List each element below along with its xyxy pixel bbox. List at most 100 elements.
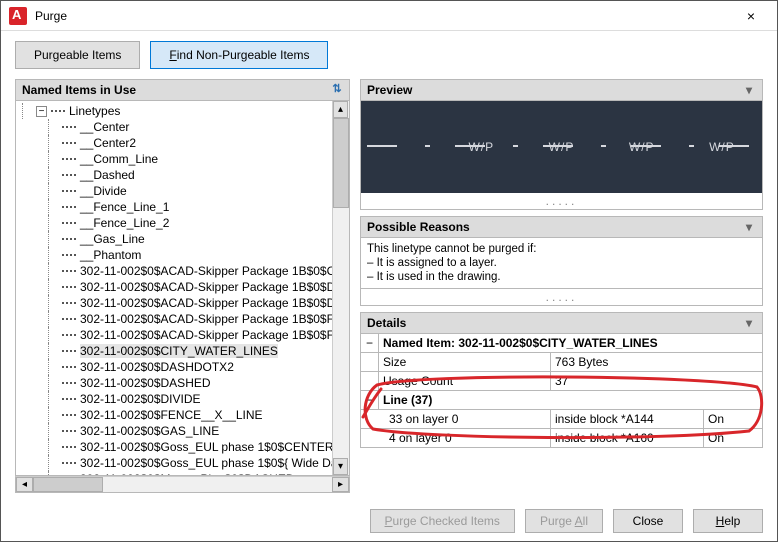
tree-item[interactable]: __Comm_Line bbox=[60, 151, 331, 167]
tree-item[interactable]: 302-11-002$0$DASHDOTX2 bbox=[60, 359, 331, 375]
vscroll-thumb[interactable] bbox=[333, 118, 349, 208]
linetype-icon bbox=[62, 155, 76, 163]
tree-item[interactable]: 302-11-002$0$Goss_EUL phase 1$0${ Wide D… bbox=[60, 455, 331, 471]
tree-item-label: 302-11-002$0$DASHED bbox=[80, 376, 211, 390]
linetype-icon bbox=[62, 235, 76, 243]
tree-item[interactable]: __Fence_Line_1 bbox=[60, 199, 331, 215]
tree-item-label: __Phantom bbox=[80, 248, 141, 262]
linetype-icon bbox=[62, 395, 76, 403]
chevron-down-icon[interactable]: ▾ bbox=[742, 83, 756, 97]
tree-item[interactable]: 302-11-002$0$GAS_LINE bbox=[60, 423, 331, 439]
linetype-icon bbox=[62, 203, 76, 211]
details-line-row[interactable]: 4 on layer 0 inside block *A160 On bbox=[361, 429, 762, 447]
help-button[interactable]: Help bbox=[693, 509, 763, 533]
resize-grip-icon[interactable]: ..... bbox=[360, 193, 763, 210]
sort-icon[interactable]: ⇅ bbox=[329, 82, 345, 98]
tab-purgeable-items[interactable]: Purgeable Items bbox=[15, 41, 140, 69]
dialog-footer: Purge Checked Items Purge All Close Help bbox=[1, 501, 777, 541]
tree-hscroll[interactable]: ◂ ▸ bbox=[15, 476, 350, 493]
scroll-left-icon[interactable]: ◂ bbox=[16, 477, 33, 492]
tree-item[interactable]: __Divide bbox=[60, 183, 331, 199]
tree-item[interactable]: 302-11-002$0$DASHED bbox=[60, 375, 331, 391]
details-line-group[interactable]: − Line (37) bbox=[361, 391, 762, 410]
details-header: Details ▾ bbox=[360, 312, 763, 334]
tree-item[interactable]: 302-11-002$0$FENCE__X__LINE bbox=[60, 407, 331, 423]
linetype-icon bbox=[51, 107, 65, 115]
tree-item[interactable]: __Fence_Line_2 bbox=[60, 215, 331, 231]
window-title: Purge bbox=[35, 9, 729, 23]
linetype-icon bbox=[62, 427, 76, 435]
tree-item-label: 302-11-002$0$Goss_EUL phase 1$0${ Wide D… bbox=[80, 456, 338, 470]
details-meta-row: Size 763 Bytes bbox=[361, 353, 762, 372]
scroll-down-icon[interactable]: ▾ bbox=[333, 458, 348, 475]
tree-item[interactable]: 302-11-002$0$ACAD-Skipper Package 1B$0$F bbox=[60, 311, 331, 327]
close-button[interactable]: Close bbox=[613, 509, 683, 533]
tree-item-label: 302-11-002$0$CITY_WATER_LINES bbox=[80, 344, 278, 358]
tree-root-linetypes[interactable]: − Linetypes bbox=[34, 103, 331, 119]
linetype-icon bbox=[62, 219, 76, 227]
tree-item-label: 302-11-002$0$ACAD-Skipper Package 1B$0$D bbox=[80, 280, 335, 294]
linetype-preview: W/PW/PW/PW/P bbox=[360, 101, 763, 193]
collapse-icon[interactable]: − bbox=[36, 106, 47, 117]
tree-vscroll[interactable]: ▴ ▾ bbox=[332, 101, 349, 475]
tree-item-label: 302-11-002$0$DASHDOTX2 bbox=[80, 360, 234, 374]
hscroll-thumb[interactable] bbox=[33, 477, 103, 492]
tree-item-label: __Divide bbox=[80, 184, 127, 198]
tree-item[interactable]: __Gas_Line bbox=[60, 231, 331, 247]
details-line-row[interactable]: 33 on layer 0 inside block *A144 On bbox=[361, 410, 762, 429]
tree-item[interactable]: 302-11-002$0$ACAD-Skipper Package 1B$0$D bbox=[60, 279, 331, 295]
tree-item[interactable]: 302-11-002$0$CITY_WATER_LINES bbox=[60, 343, 331, 359]
tree-item-label: __Center bbox=[80, 120, 129, 134]
tree-item[interactable]: 302-11-002$0$ACAD-Skipper Package 1B$0$C bbox=[60, 263, 331, 279]
tree-item[interactable]: 302-11-002$0$Master Plan$0$DASHED bbox=[60, 471, 331, 476]
collapse-icon[interactable]: − bbox=[361, 391, 379, 409]
scroll-up-icon[interactable]: ▴ bbox=[333, 101, 348, 118]
purge-checked-button: Purge Checked Items bbox=[370, 509, 515, 533]
details-named-item-row: − Named Item: 302-11-002$0$CITY_WATER_LI… bbox=[361, 334, 762, 353]
details-grid: − Named Item: 302-11-002$0$CITY_WATER_LI… bbox=[360, 334, 763, 448]
linetype-icon bbox=[62, 315, 76, 323]
purge-all-button: Purge All bbox=[525, 509, 603, 533]
linetype-icon bbox=[62, 283, 76, 291]
tree-item[interactable]: __Phantom bbox=[60, 247, 331, 263]
titlebar: Purge × bbox=[1, 1, 777, 31]
preview-header: Preview ▾ bbox=[360, 79, 763, 101]
linetype-icon bbox=[62, 347, 76, 355]
linetype-icon bbox=[62, 379, 76, 387]
tree-item-label: __Fence_Line_2 bbox=[80, 216, 169, 230]
tree-item[interactable]: 302-11-002$0$ACAD-Skipper Package 1B$0$F bbox=[60, 327, 331, 343]
mode-tabs: Purgeable Items Find Non-Purgeable Items bbox=[1, 31, 777, 75]
app-icon bbox=[9, 7, 27, 25]
close-icon[interactable]: × bbox=[729, 2, 773, 30]
tab-find-non-purgeable[interactable]: Find Non-Purgeable Items bbox=[150, 41, 328, 69]
linetype-icon bbox=[62, 363, 76, 371]
tree-item-label: 302-11-002$0$ACAD-Skipper Package 1B$0$C bbox=[80, 264, 335, 278]
tree-item[interactable]: 302-11-002$0$Goss_EUL phase 1$0$CENTER bbox=[60, 439, 331, 455]
chevron-down-icon[interactable]: ▾ bbox=[742, 316, 756, 330]
linetype-icon bbox=[62, 187, 76, 195]
chevron-down-icon[interactable]: ▾ bbox=[742, 220, 756, 234]
linetype-icon bbox=[62, 411, 76, 419]
tree-item[interactable]: __Dashed bbox=[60, 167, 331, 183]
collapse-icon[interactable]: − bbox=[361, 334, 379, 352]
linetype-icon bbox=[62, 299, 76, 307]
named-items-tree[interactable]: − Linetypes __Center __Center2 __Comm_Line… bbox=[15, 101, 350, 476]
linetype-icon bbox=[62, 123, 76, 131]
tree-item-label: 302-11-002$0$Master Plan$0$DASHED bbox=[80, 472, 295, 476]
tree-item[interactable]: 302-11-002$0$DIVIDE bbox=[60, 391, 331, 407]
tree-item-label: 302-11-002$0$ACAD-Skipper Package 1B$0$D bbox=[80, 296, 335, 310]
tree-item-label: 302-11-002$0$FENCE__X__LINE bbox=[80, 408, 263, 422]
linetype-icon bbox=[62, 443, 76, 451]
possible-reasons-text: This linetype cannot be purged if:– It i… bbox=[360, 238, 763, 289]
tree-item-label: __Dashed bbox=[80, 168, 135, 182]
tree-item-label: __Center2 bbox=[80, 136, 136, 150]
resize-grip-icon[interactable]: ..... bbox=[360, 289, 763, 306]
named-items-header: Named Items in Use ⇅ bbox=[15, 79, 350, 101]
tree-item[interactable]: 302-11-002$0$ACAD-Skipper Package 1B$0$D bbox=[60, 295, 331, 311]
tree-item[interactable]: __Center2 bbox=[60, 135, 331, 151]
tree-item-label: __Comm_Line bbox=[80, 152, 158, 166]
tree-item-label: 302-11-002$0$GAS_LINE bbox=[80, 424, 219, 438]
tree-item-label: __Gas_Line bbox=[80, 232, 145, 246]
scroll-right-icon[interactable]: ▸ bbox=[332, 477, 349, 492]
tree-item[interactable]: __Center bbox=[60, 119, 331, 135]
